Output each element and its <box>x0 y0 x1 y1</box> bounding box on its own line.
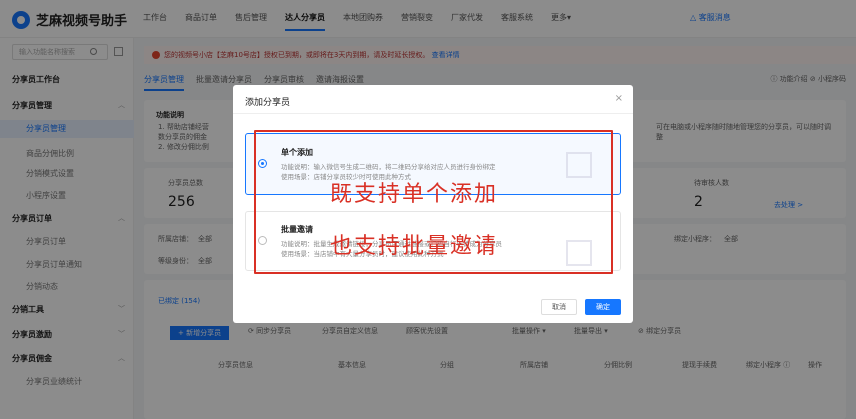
annotation-line-2: 也支持批量邀请 <box>330 234 499 259</box>
modal-footer: 取消 确定 <box>533 299 621 315</box>
close-icon[interactable]: × <box>615 93 623 104</box>
divider <box>233 113 633 114</box>
annotation-line-1: 既支持单个添加 <box>330 182 499 207</box>
confirm-button[interactable]: 确定 <box>585 299 621 315</box>
modal-title: 添加分享员 <box>245 98 291 108</box>
cancel-button[interactable]: 取消 <box>541 299 577 315</box>
